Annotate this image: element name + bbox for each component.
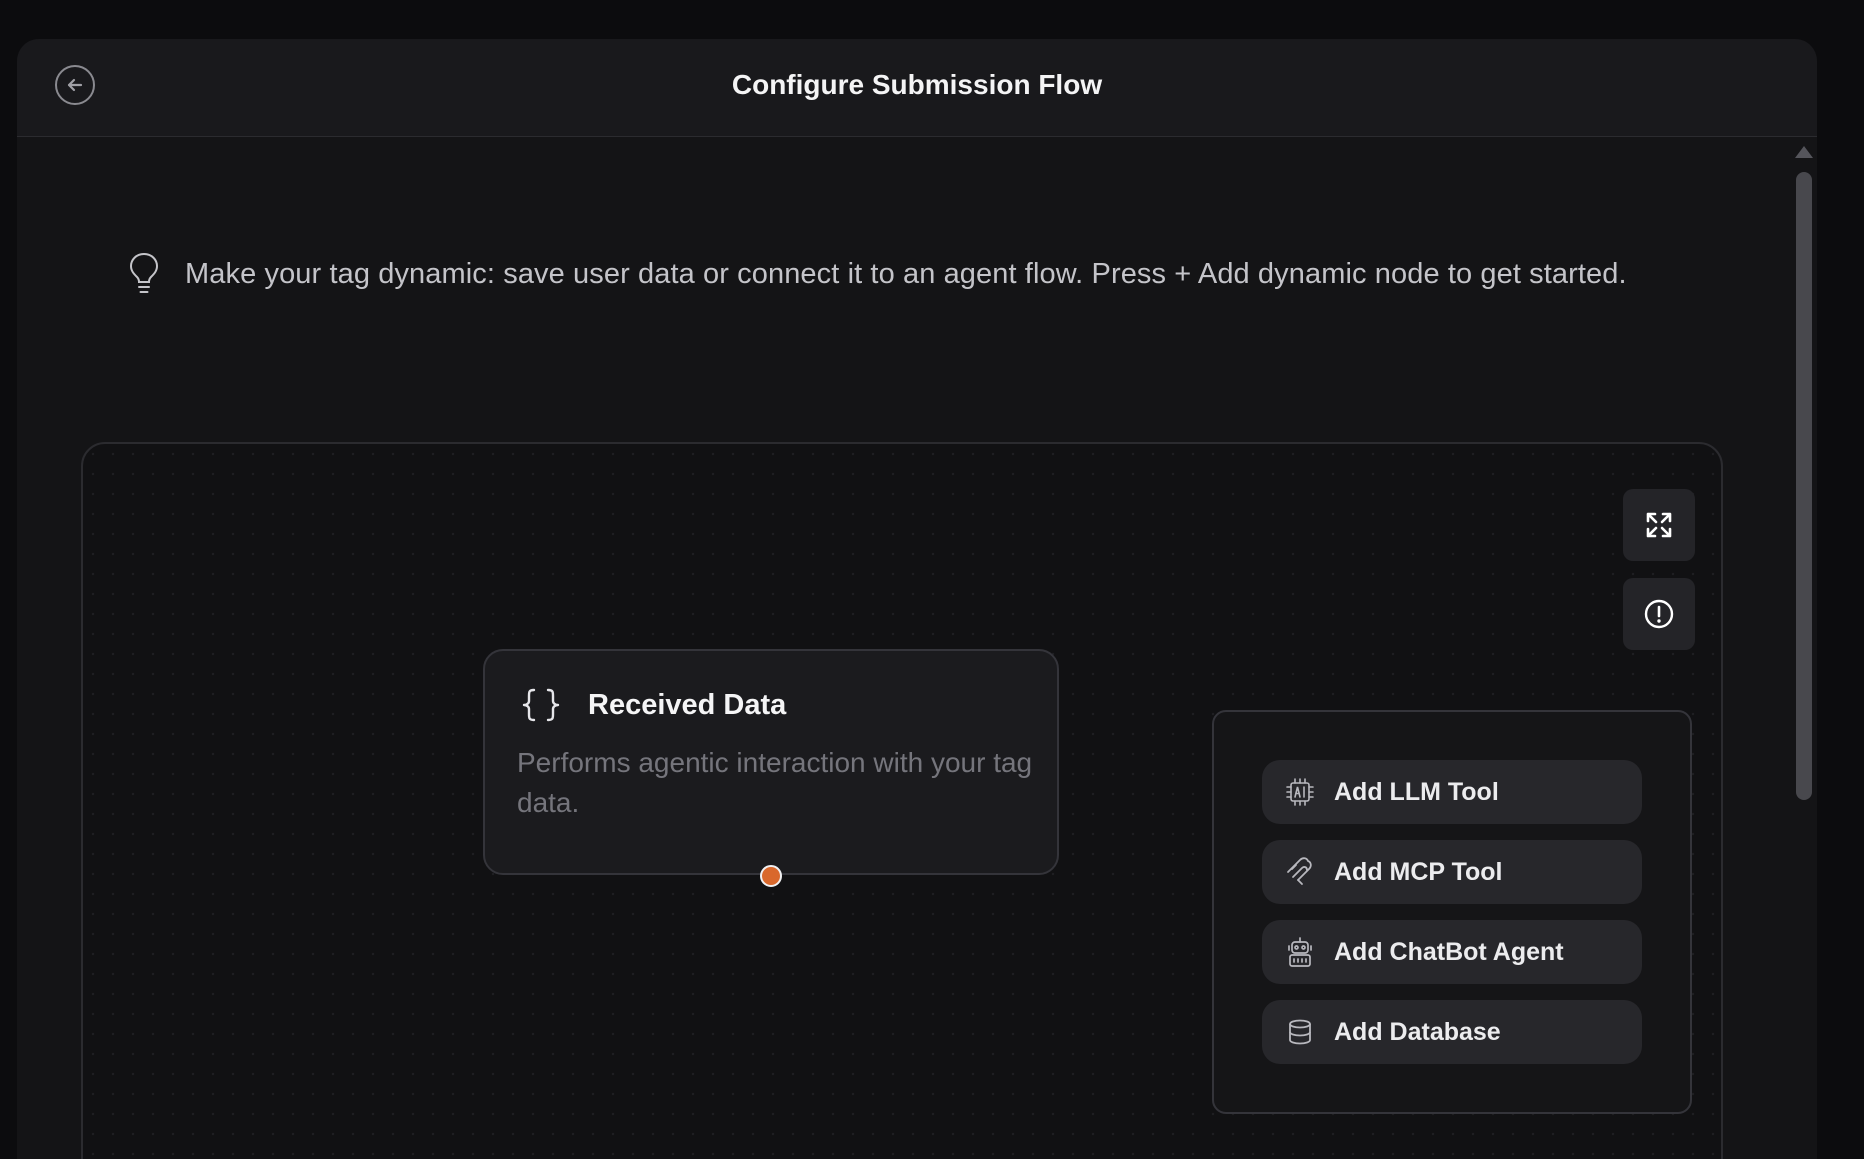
curly-braces-icon	[522, 688, 560, 722]
add-llm-tool-button[interactable]: Add LLM Tool	[1262, 760, 1642, 824]
database-icon	[1289, 1019, 1311, 1045]
node-description: Performs agentic interaction with your t…	[517, 747, 1033, 818]
received-data-node[interactable]: Received Data Performs agentic interacti…	[483, 649, 1059, 887]
node-output-handle[interactable]	[760, 865, 782, 887]
menu-item-label: Add Database	[1334, 1017, 1501, 1046]
node-title: Received Data	[588, 689, 787, 721]
vertical-scrollbar[interactable]	[1789, 136, 1817, 1159]
modal-title: Configure Submission Flow	[731, 69, 1103, 100]
info-circle-icon	[1644, 599, 1674, 629]
expand-icon	[1646, 512, 1672, 538]
modal-header: Configure Submission Flow	[17, 39, 1817, 137]
configure-flow-modal: Configure Submission Flow Make your tag …	[17, 39, 1817, 1159]
robot-icon	[1288, 937, 1312, 967]
mcp-icon	[1287, 857, 1312, 885]
scrollbar-thumb[interactable]	[1796, 172, 1812, 800]
menu-item-label: Add LLM Tool	[1334, 777, 1499, 806]
add-chatbot-agent-button[interactable]: Add ChatBot Agent	[1262, 920, 1642, 984]
tip-banner: Make your tag dynamic: save user data or…	[127, 251, 1627, 297]
scroll-up-arrow-icon[interactable]	[1795, 146, 1813, 158]
tip-text: Make your tag dynamic: save user data or…	[185, 257, 1627, 290]
menu-item-label: Add MCP Tool	[1334, 857, 1503, 886]
menu-item-label: Add ChatBot Agent	[1334, 937, 1564, 966]
add-mcp-tool-button[interactable]: Add MCP Tool	[1262, 840, 1642, 904]
add-database-button[interactable]: Add Database	[1262, 1000, 1642, 1064]
fullscreen-button[interactable]	[1623, 489, 1695, 561]
info-button[interactable]	[1623, 578, 1695, 650]
flow-canvas[interactable]: Received Data Performs agentic interacti…	[81, 442, 1723, 1159]
lightbulb-icon	[129, 252, 159, 293]
ai-chip-icon	[1286, 778, 1314, 806]
add-node-menu: Add LLM Tool Add MCP Tool Add ChatBot Ag…	[1212, 710, 1692, 1114]
